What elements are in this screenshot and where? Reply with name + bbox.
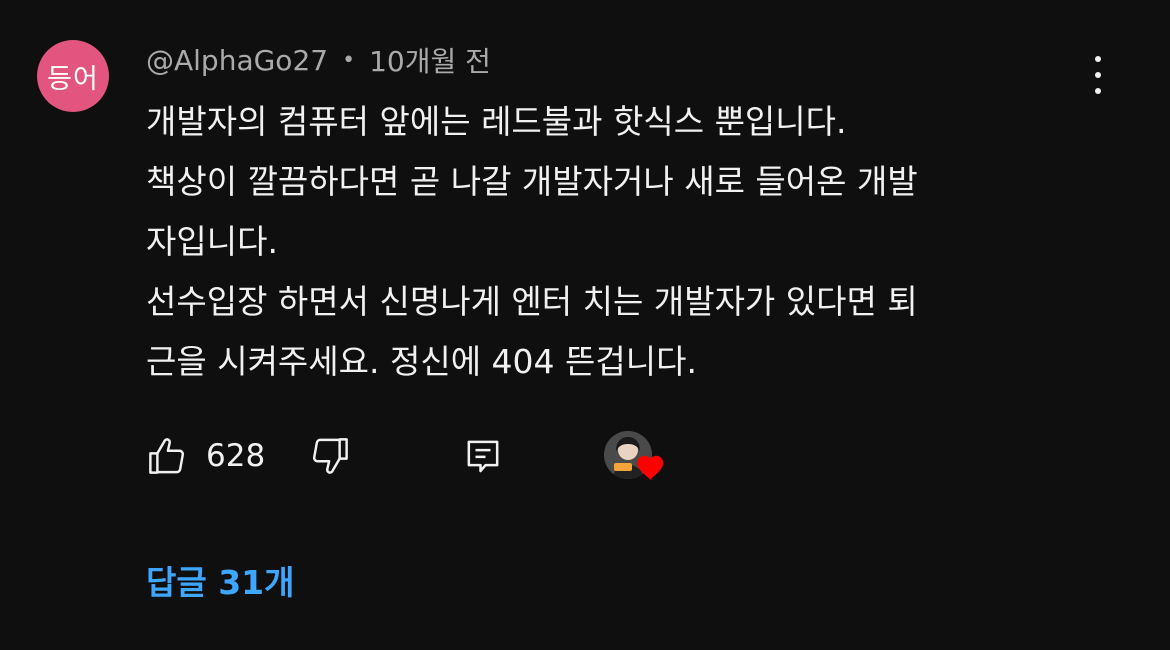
- header-separator: •: [342, 47, 356, 73]
- like-count: 628: [206, 438, 266, 474]
- comment-line: 선수입장 하면서 신명나게 엔터 치는 개발자가 있다면 퇴: [146, 282, 918, 321]
- dislike-button[interactable]: [309, 435, 351, 477]
- comment-line: 자입니다.: [146, 222, 278, 261]
- like-button[interactable]: [146, 435, 188, 477]
- more-dot: [1095, 72, 1101, 78]
- creator-heart-icon: [637, 455, 664, 481]
- more-vertical-icon: [1095, 56, 1101, 62]
- comment-actions: 628: [146, 428, 503, 484]
- thumbs-down-icon: [313, 438, 349, 474]
- comment-line: 개발자의 컴퓨터 앞에는 레드불과 핫식스 뿐입니다.: [146, 102, 847, 141]
- comment-timestamp[interactable]: 10개월 전: [369, 40, 491, 80]
- comment-line: 책상이 깔끔하다면 곧 나갈 개발자거나 새로 들어온 개발: [146, 162, 918, 201]
- author-avatar-text: 등어: [47, 63, 99, 95]
- thumbs-up-icon: [149, 438, 185, 474]
- creator-heart-badge[interactable]: [604, 431, 670, 487]
- replies-toggle[interactable]: 답글 31개: [146, 556, 295, 604]
- comment-text: 개발자의 컴퓨터 앞에는 레드불과 핫식스 뿐입니다. 책상이 깔끔하다면 곧 …: [146, 92, 1106, 392]
- comment-header: @AlphaGo27 • 10개월 전: [146, 40, 491, 80]
- reply-button[interactable]: [463, 435, 503, 477]
- reply-comment-icon: [467, 440, 499, 473]
- comment-line: 근을 시켜주세요. 정신에 404 뜬겁니다.: [146, 342, 697, 381]
- author-handle[interactable]: @AlphaGo27: [146, 44, 328, 77]
- author-avatar[interactable]: 등어: [37, 40, 109, 112]
